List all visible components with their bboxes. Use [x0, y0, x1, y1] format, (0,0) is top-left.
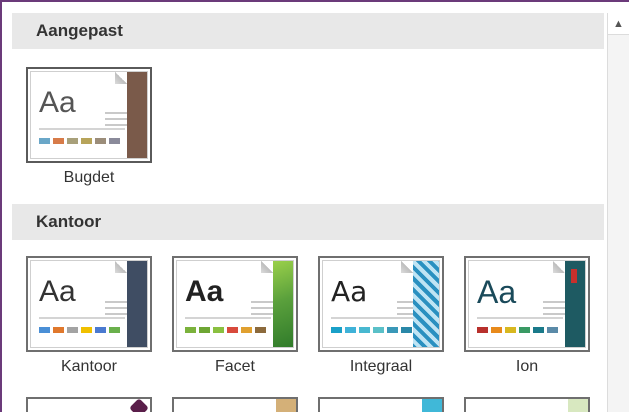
theme-preview: Aa: [322, 260, 440, 348]
ion-red-marker: [571, 269, 577, 283]
accent-strip: [273, 261, 293, 347]
theme-sample-text: Aa: [331, 275, 368, 308]
theme-thumbnail-partial[interactable]: [318, 397, 444, 412]
swatch: [477, 327, 488, 333]
theme-sample-text: Aa: [39, 275, 76, 308]
color-swatches: [39, 327, 123, 333]
color-swatches: [331, 327, 415, 333]
accent-strip: [565, 261, 585, 347]
text-line: [331, 317, 417, 319]
swatch: [39, 327, 50, 333]
scroll-up-button[interactable]: ▲: [608, 13, 629, 35]
swatch: [185, 327, 196, 333]
color-swatches: [185, 327, 269, 333]
swatch: [505, 327, 516, 333]
theme-thumbnail-partial[interactable]: [464, 397, 590, 412]
theme-label-integraal[interactable]: Integraal: [318, 358, 444, 376]
color-swatches: [477, 327, 561, 333]
theme-preview: Aa: [176, 260, 294, 348]
theme-label-kantoor[interactable]: Kantoor: [26, 358, 152, 376]
swatch: [67, 327, 78, 333]
theme-thumbnail-partial[interactable]: [172, 397, 298, 412]
swatch: [53, 138, 64, 144]
page-fold-icon: [115, 72, 127, 84]
theme-thumbnail-kantoor[interactable]: Aa: [26, 256, 152, 352]
swatch: [227, 327, 238, 333]
arrow-up-icon: ▲: [613, 17, 624, 30]
page-fold-icon: [115, 261, 127, 273]
vertical-scrollbar[interactable]: ▲: [607, 13, 629, 412]
accent-strip: [129, 399, 150, 412]
theme-thumbnail-facet[interactable]: Aa: [172, 256, 298, 352]
theme-preview: Aa: [30, 260, 148, 348]
swatch: [331, 327, 342, 333]
swatch: [95, 138, 106, 144]
page-fold-icon: [553, 261, 565, 273]
text-line: [39, 128, 125, 130]
swatch: [67, 138, 78, 144]
theme-label-bugdet[interactable]: Bugdet: [26, 169, 152, 187]
text-line: [477, 317, 563, 319]
theme-preview: Aa: [30, 71, 148, 159]
swatch: [109, 327, 120, 333]
swatch: [39, 138, 50, 144]
swatch: [533, 327, 544, 333]
theme-preview: Aa: [468, 260, 586, 348]
section-header-aangepast: Aangepast: [12, 13, 604, 49]
flower-icon: [129, 399, 149, 412]
swatch: [373, 327, 384, 333]
theme-sample-text: Aa: [185, 275, 224, 308]
swatch: [95, 327, 106, 333]
accent-strip: [413, 261, 439, 347]
text-line: [185, 317, 271, 319]
swatch: [255, 327, 266, 333]
accent-strip: [276, 399, 296, 412]
theme-thumbnail-partial[interactable]: [26, 397, 152, 412]
swatch: [241, 327, 252, 333]
page-fold-icon: [401, 261, 413, 273]
section-header-kantoor: Kantoor: [12, 204, 604, 240]
swatch: [81, 138, 92, 144]
theme-gallery: Aangepast Aa Bugdet Kantoor Aa Kantoor A…: [12, 13, 604, 412]
theme-label-facet[interactable]: Facet: [172, 358, 298, 376]
swatch: [53, 327, 64, 333]
page-fold-icon: [261, 261, 273, 273]
swatch: [519, 327, 530, 333]
accent-strip: [127, 72, 147, 158]
swatch: [387, 327, 398, 333]
swatch: [199, 327, 210, 333]
theme-thumbnail-bugdet[interactable]: Aa: [26, 67, 152, 163]
swatch: [547, 327, 558, 333]
color-swatches: [39, 138, 123, 144]
theme-sample-text: Aa: [39, 86, 76, 119]
theme-thumbnail-ion[interactable]: Aa: [464, 256, 590, 352]
swatch: [213, 327, 224, 333]
swatch: [345, 327, 356, 333]
text-line: [39, 317, 125, 319]
theme-label-ion: Ion: [515, 358, 539, 375]
swatch: [81, 327, 92, 333]
theme-thumbnail-integraal[interactable]: Aa: [318, 256, 444, 352]
accent-strip: [568, 399, 588, 412]
swatch: [401, 327, 412, 333]
swatch: [491, 327, 502, 333]
swatch: [359, 327, 370, 333]
accent-strip: [127, 261, 147, 347]
accent-strip: [422, 399, 442, 412]
theme-sample-text: Aa: [477, 274, 517, 310]
swatch: [109, 138, 120, 144]
